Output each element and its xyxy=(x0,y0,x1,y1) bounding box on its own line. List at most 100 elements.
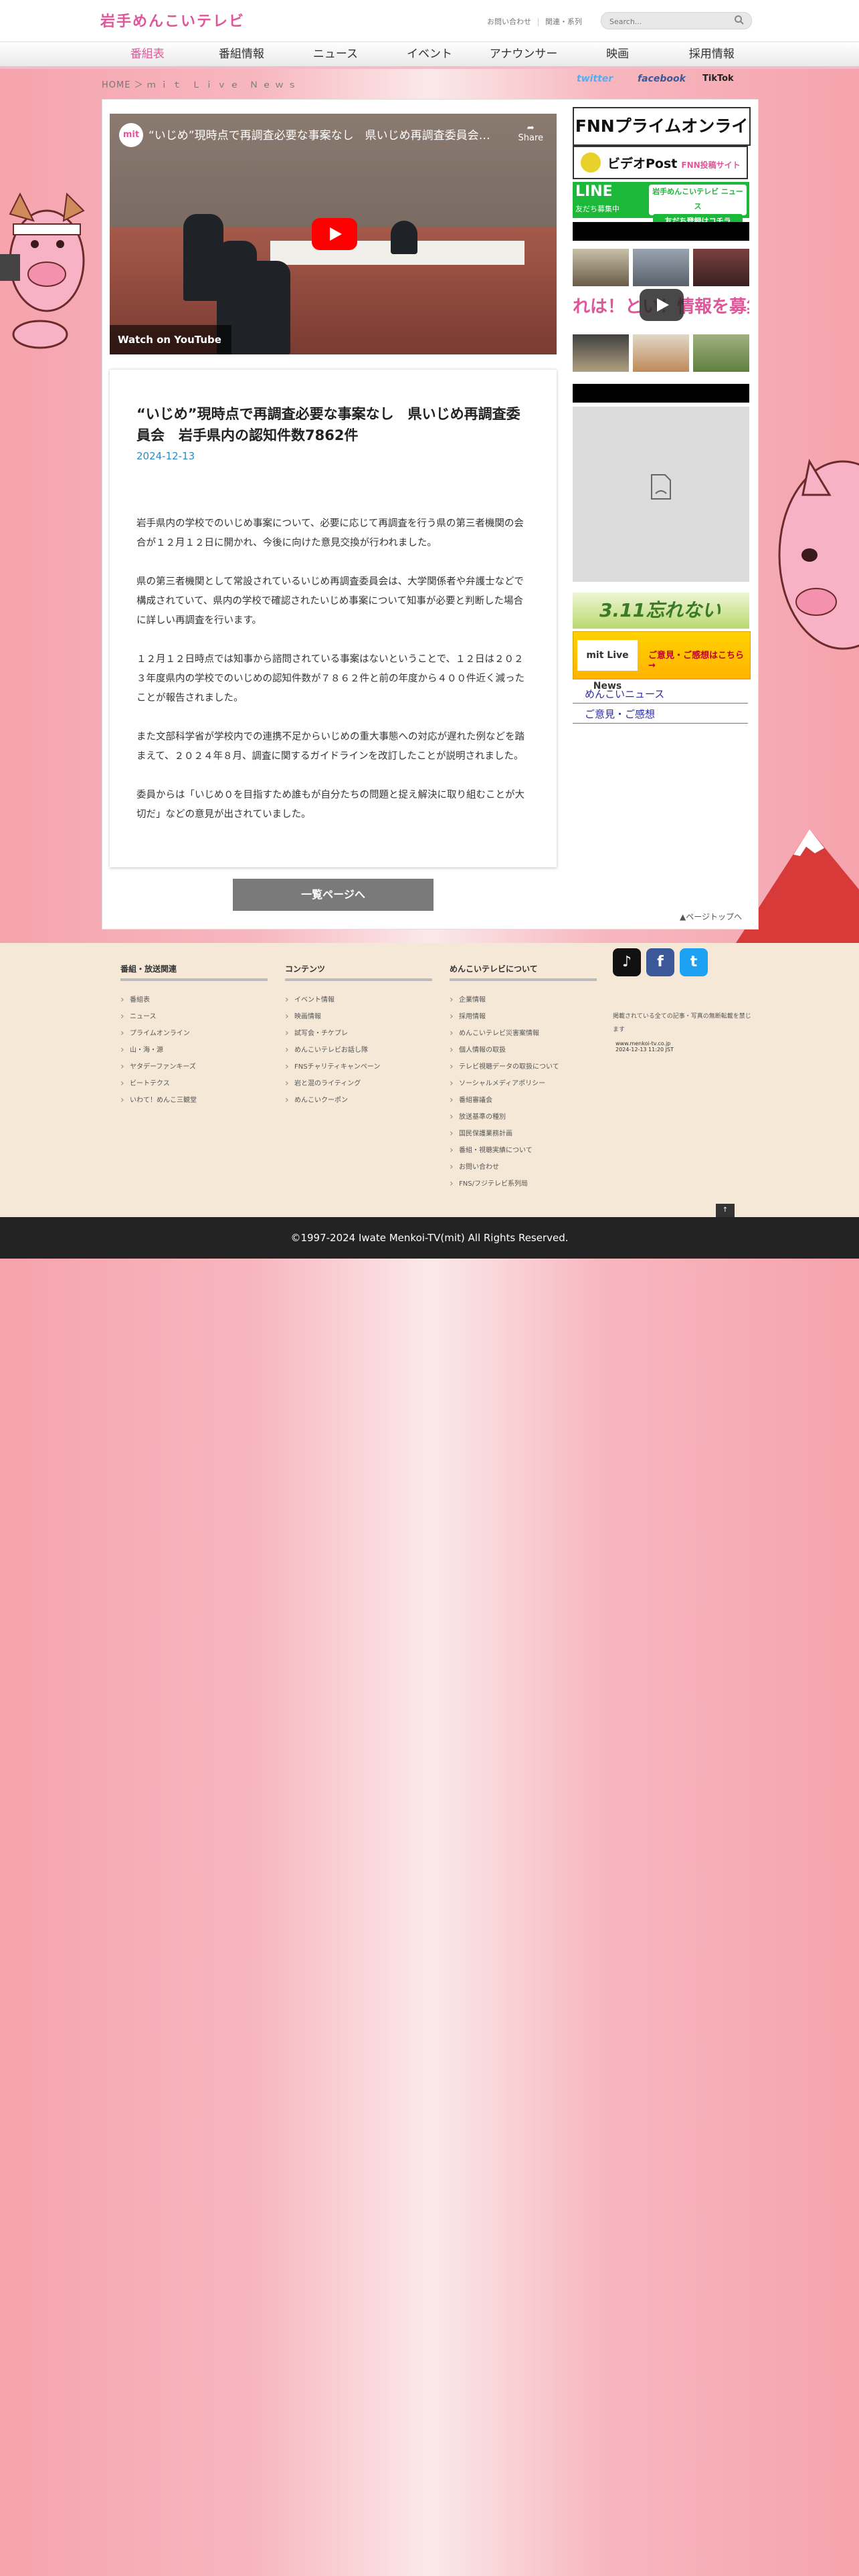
nav-item-announcers[interactable]: アナウンサー xyxy=(476,42,571,66)
list-page-button[interactable]: 一覧ページへ xyxy=(233,879,434,911)
thumbnail-image xyxy=(693,334,749,372)
share-label: Share xyxy=(518,133,543,143)
live-news-feedback-banner[interactable]: mit Live News ご意見・ご感想はこちら→ xyxy=(573,631,751,691)
nav-item-programs[interactable]: 番組情報 xyxy=(195,42,289,66)
play-button[interactable] xyxy=(312,218,357,250)
twitter-icon[interactable]: t xyxy=(680,948,708,976)
video-post-banner[interactable]: ビデオPost FNN投稿サイト xyxy=(573,146,748,179)
breadcrumb: HOME ＞ ｍｉｔ Ｌｉｖｅ Ｎｅｗｓ xyxy=(102,80,300,90)
footer-link[interactable]: めんこいテレビお話し隊 xyxy=(285,1042,432,1059)
article-paragraph: 県の第三者機関として常設されているいじめ再調査委員会は、大学関係者や弁護士などで… xyxy=(136,576,524,626)
search-icon[interactable] xyxy=(734,15,745,28)
tiktok-link[interactable]: TikTok xyxy=(702,74,734,84)
footer-link[interactable]: 映画情報 xyxy=(285,1008,432,1025)
thumbnail-image xyxy=(573,249,629,286)
footer-link[interactable]: いわて！めんこ三観堂 xyxy=(120,1092,268,1109)
affiliates-link[interactable]: 関連・系列 xyxy=(539,17,589,26)
nav-item-movies[interactable]: 映画 xyxy=(571,42,665,66)
article-body: 岩手県内の学校でのいじめ事案について、必要に応じて再調査を行う県の第三者機関の会… xyxy=(136,514,529,844)
line-news-title: 岩手めんこいテレビ ニュース xyxy=(652,187,743,211)
share-button[interactable]: ➦ Share xyxy=(518,123,543,143)
fnn-prime-online-banner[interactable]: FNNプライムオンライン xyxy=(573,107,751,172)
thumbnail-play-icon[interactable] xyxy=(640,289,684,321)
footer-link[interactable]: ソーシャルメディアポリシー xyxy=(450,1075,597,1092)
footer-top-button[interactable]: ↑ xyxy=(716,1204,735,1217)
thumbnail-image xyxy=(693,249,749,286)
footer-link[interactable]: 国民保護業務計画 xyxy=(450,1125,597,1142)
play-icon xyxy=(581,152,601,173)
nav-item-recruit[interactable]: 採用情報 xyxy=(664,42,759,66)
line-sub: 友だち募集中 xyxy=(575,205,619,213)
footer-link[interactable]: 放送基準の種別 xyxy=(450,1109,597,1125)
footer-link[interactable]: プライムオンライン xyxy=(120,1025,268,1042)
breadcrumb-home[interactable]: HOME xyxy=(102,80,130,90)
site-logo[interactable]: 岩手めんこいテレビ xyxy=(100,9,245,31)
footer: 番組・放送関連 番組表 ニュース プライムオンライン 山・海・源 ヤタデーファン… xyxy=(0,943,859,1217)
nav-item-news[interactable]: ニュース xyxy=(288,42,383,66)
video-thumbnail-grid[interactable]: れは！とい！情報を募集中 xyxy=(573,249,749,373)
nav-item-events[interactable]: イベント xyxy=(383,42,477,66)
facebook-link[interactable]: facebook xyxy=(638,74,686,84)
facebook-icon[interactable]: f xyxy=(646,948,674,976)
copyright-bar: ©1997-2024 Iwate Menkoi-TV(mit) All Righ… xyxy=(0,1217,859,1259)
share-icon: ➦ xyxy=(527,123,535,133)
thumbnail-image xyxy=(633,249,689,286)
footer-link[interactable]: ニュース xyxy=(120,1008,268,1025)
contact-link[interactable]: お問い合わせ xyxy=(480,17,538,26)
sidebar-link-menkoi-news[interactable]: めんこいニュース xyxy=(573,685,748,704)
footer-column-about: めんこいテレビについて 企業情報 採用情報 めんこいテレビ災害案情報 個人情報の… xyxy=(450,963,597,1192)
sidebar-black-bar xyxy=(573,384,749,403)
footer-link[interactable]: 番組審議会 xyxy=(450,1092,597,1109)
footer-link[interactable]: 個人情報の取扱 xyxy=(450,1042,597,1059)
twitter-link[interactable]: twitter xyxy=(577,74,613,84)
footer-link[interactable]: 山・海・源 xyxy=(120,1042,268,1059)
sidebar-link-feedback[interactable]: ご意見・ご感想 xyxy=(573,705,748,724)
video-frame-person xyxy=(244,261,290,354)
footer-link[interactable]: 試写会・チケプレ xyxy=(285,1025,432,1042)
page-top-link[interactable]: ▲ページトップへ xyxy=(680,911,742,922)
footer-link[interactable]: お問い合わせ xyxy=(450,1159,597,1176)
nav-item-schedule[interactable]: 番組表 xyxy=(100,42,195,66)
video-post-sub: FNN投稿サイト xyxy=(681,160,741,170)
line-logo: LINE xyxy=(575,183,613,200)
mascot-illustration-left xyxy=(0,192,85,349)
footer-link[interactable]: 番組表 xyxy=(120,992,268,1008)
article-title: “いじめ”現時点で再調査必要な事案なし 県いじめ再調査委員会 岩手県内の認知件数… xyxy=(136,406,520,443)
footer-link[interactable]: FNSチャリティキャンペーン xyxy=(285,1059,432,1075)
footer-link[interactable]: めんこいテレビ災害案情報 xyxy=(450,1025,597,1042)
youtube-video-player[interactable]: mit “いじめ”現時点で再調査必要な事案なし 県いじめ再調査委員会… ➦ Sh… xyxy=(110,114,557,354)
watch-on-youtube-button[interactable]: Watch on YouTube xyxy=(110,325,231,354)
footer-link[interactable]: テレビ視聴データの取扱について xyxy=(450,1059,597,1075)
footer-column-contents: コンテンツ イベント情報 映画情報 試写会・チケプレ めんこいテレビお話し隊 F… xyxy=(285,963,432,1109)
article-card: “いじめ”現時点で再調査必要な事案なし 県いじめ再調査委員会 岩手県内の認知件数… xyxy=(110,369,557,867)
mascot-illustration-right xyxy=(778,458,859,650)
broken-image-icon xyxy=(651,474,671,500)
footer-link[interactable]: 採用情報 xyxy=(450,1008,597,1025)
channel-logo[interactable]: mit xyxy=(119,123,143,147)
footer-link[interactable]: 岩と混のライティング xyxy=(285,1075,432,1092)
thumbnail-image xyxy=(633,334,689,372)
footer-link[interactable]: イベント情報 xyxy=(285,992,432,1008)
search-box[interactable] xyxy=(601,12,752,29)
footer-link[interactable]: FNS/フジテレビ系列局 xyxy=(450,1176,597,1192)
311-memorial-banner[interactable]: 3.11忘れない xyxy=(573,593,749,629)
footer-link[interactable]: 番組・視聴実績について xyxy=(450,1142,597,1159)
top-links: お問い合わせ 関連・系列 xyxy=(480,16,589,27)
main-nav: 番組表 番組情報 ニュース イベント アナウンサー 映画 採用情報 xyxy=(0,41,859,69)
footer-link[interactable]: めんこいクーポン xyxy=(285,1092,432,1109)
footer-column-broadcast: 番組・放送関連 番組表 ニュース プライムオンライン 山・海・源 ヤタデーファン… xyxy=(120,963,268,1109)
article-paragraph: 岩手県内の学校でのいじめ事案について、必要に応じて再調査を行う県の第三者機関の会… xyxy=(136,518,524,548)
certification-badge: www.menkoi-tv.co.jp 2024-12-13 11:20 JST xyxy=(615,1041,674,1053)
sidebar-black-bar xyxy=(573,222,749,241)
tiktok-icon[interactable]: ♪ xyxy=(613,948,641,976)
line-friends-banner[interactable]: LINE 友だち募集中 岩手めんこいテレビ ニュース 友だち登録はコチラ xyxy=(573,182,749,229)
search-input[interactable] xyxy=(608,15,731,28)
article-paragraph: 委員からは「いじめ０を目指すため誰もが自分たちの問題と捉え解決に取り組むことが大… xyxy=(136,790,524,820)
video-title[interactable]: “いじめ”現時点で再調査必要な事案なし 県いじめ再調査委員会… xyxy=(149,126,496,142)
footer-link[interactable]: ヤタデーファンキーズ xyxy=(120,1059,268,1075)
footer-heading: 番組・放送関連 xyxy=(120,963,268,981)
footer-link[interactable]: ビートテクス xyxy=(120,1075,268,1092)
article-date: 2024-12-13 xyxy=(136,450,195,462)
footer-link[interactable]: 企業情報 xyxy=(450,992,597,1008)
video-post-label: ビデオPost xyxy=(607,156,678,171)
